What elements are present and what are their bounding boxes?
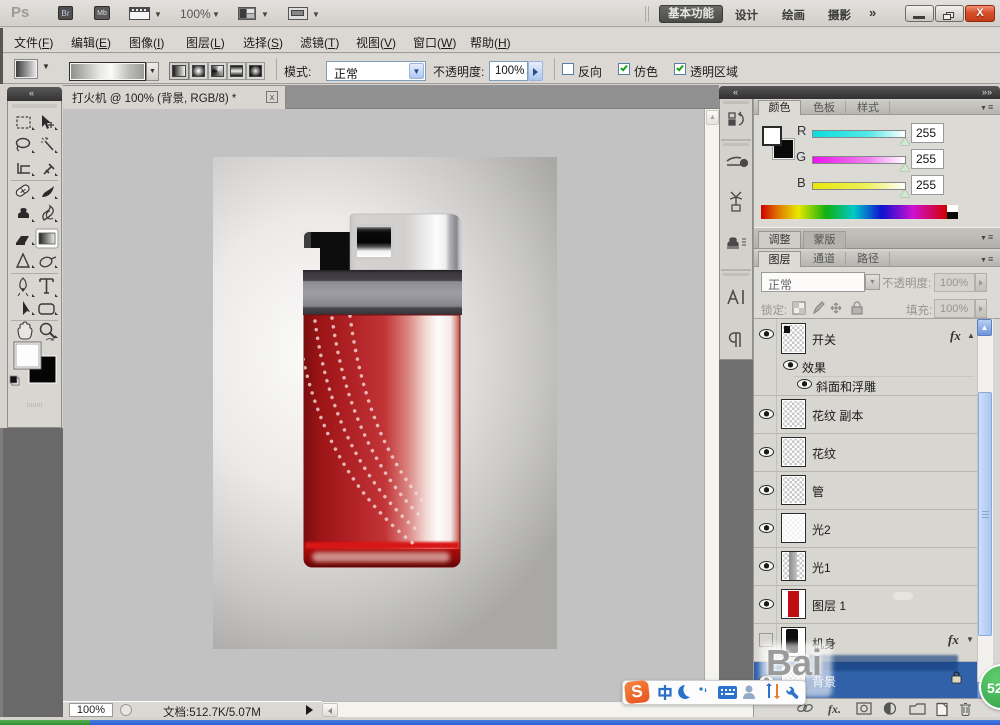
- svg-text:fx.: fx.: [828, 702, 841, 716]
